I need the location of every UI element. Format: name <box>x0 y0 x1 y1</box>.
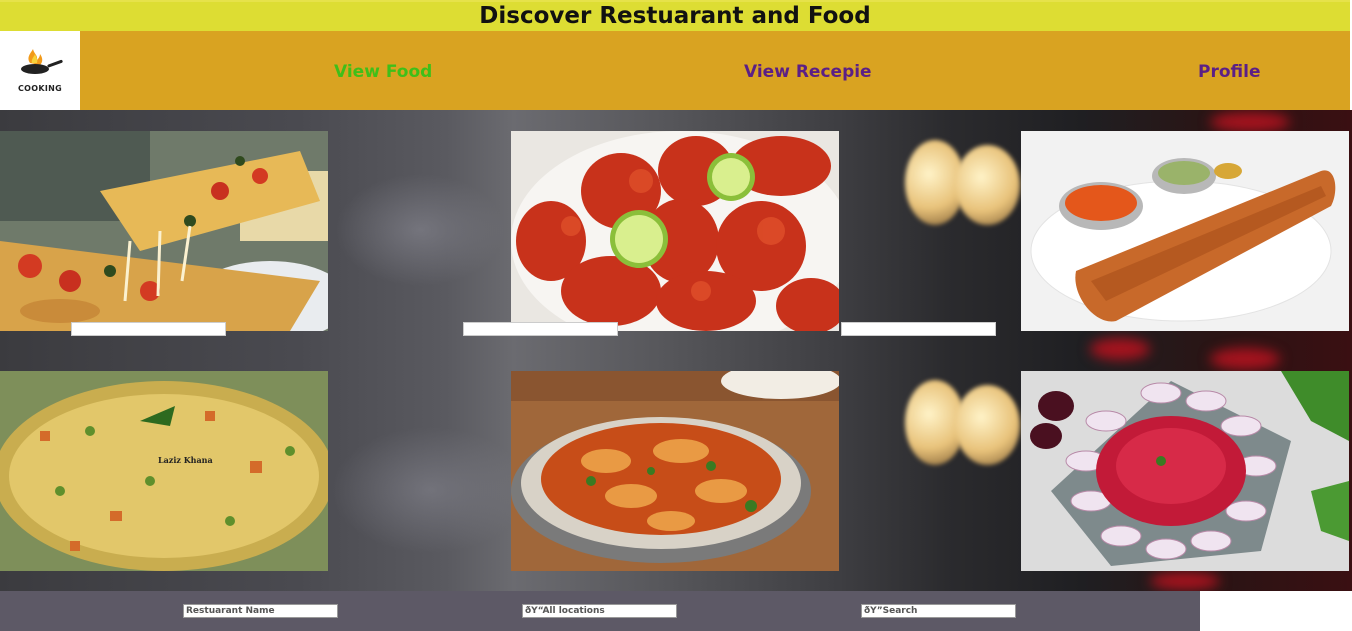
food-card-dosa[interactable] <box>1021 131 1349 331</box>
fish-curry-image <box>511 371 839 571</box>
title-bar: Discover Restuarant and Food <box>0 0 1350 31</box>
nav-view-recipe-link[interactable]: View Recepie <box>744 62 872 82</box>
frying-pan-flame-icon <box>21 48 63 74</box>
page-title: Discover Restuarant and Food <box>479 3 871 29</box>
food-card-pizza[interactable] <box>0 131 328 331</box>
food-gallery: Laziz Khana <box>0 110 1352 591</box>
background-red-spot <box>1210 348 1280 370</box>
fried-rice-image: Laziz Khana <box>0 371 328 571</box>
navigation-bar: COOKING View Food View Recepie Profile <box>0 31 1350 110</box>
background-bread-blob <box>955 385 1020 465</box>
watermark-text: Laziz Khana <box>158 455 213 465</box>
nav-view-food-link[interactable]: View Food <box>334 62 432 82</box>
food-card-fish-curry[interactable] <box>511 371 839 571</box>
background-red-spot <box>1150 572 1220 590</box>
location-input[interactable] <box>522 604 677 618</box>
nav-profile-link[interactable]: Profile <box>1198 62 1260 82</box>
food-caption-box[interactable] <box>463 322 618 336</box>
restaurant-name-input[interactable] <box>183 604 338 618</box>
footer-blank-area <box>1200 591 1352 631</box>
search-input[interactable] <box>861 604 1016 618</box>
background-red-spot <box>1210 112 1290 132</box>
food-card-beetroot-rice[interactable] <box>1021 371 1349 571</box>
food-card-fried-rice[interactable]: Laziz Khana <box>0 371 328 571</box>
food-caption-box[interactable] <box>841 322 996 336</box>
pizza-image <box>0 131 328 331</box>
background-bread-blob <box>955 145 1020 225</box>
search-footer <box>0 591 1200 631</box>
background-red-spot <box>1090 338 1150 360</box>
cooking-logo[interactable]: COOKING <box>0 31 80 110</box>
dosa-image <box>1021 131 1349 331</box>
logo-text: COOKING <box>17 83 62 93</box>
fried-chicken-image <box>511 131 839 331</box>
beetroot-rice-image <box>1021 371 1349 571</box>
food-caption-box[interactable] <box>71 322 226 336</box>
food-card-fried-chicken[interactable] <box>511 131 839 331</box>
